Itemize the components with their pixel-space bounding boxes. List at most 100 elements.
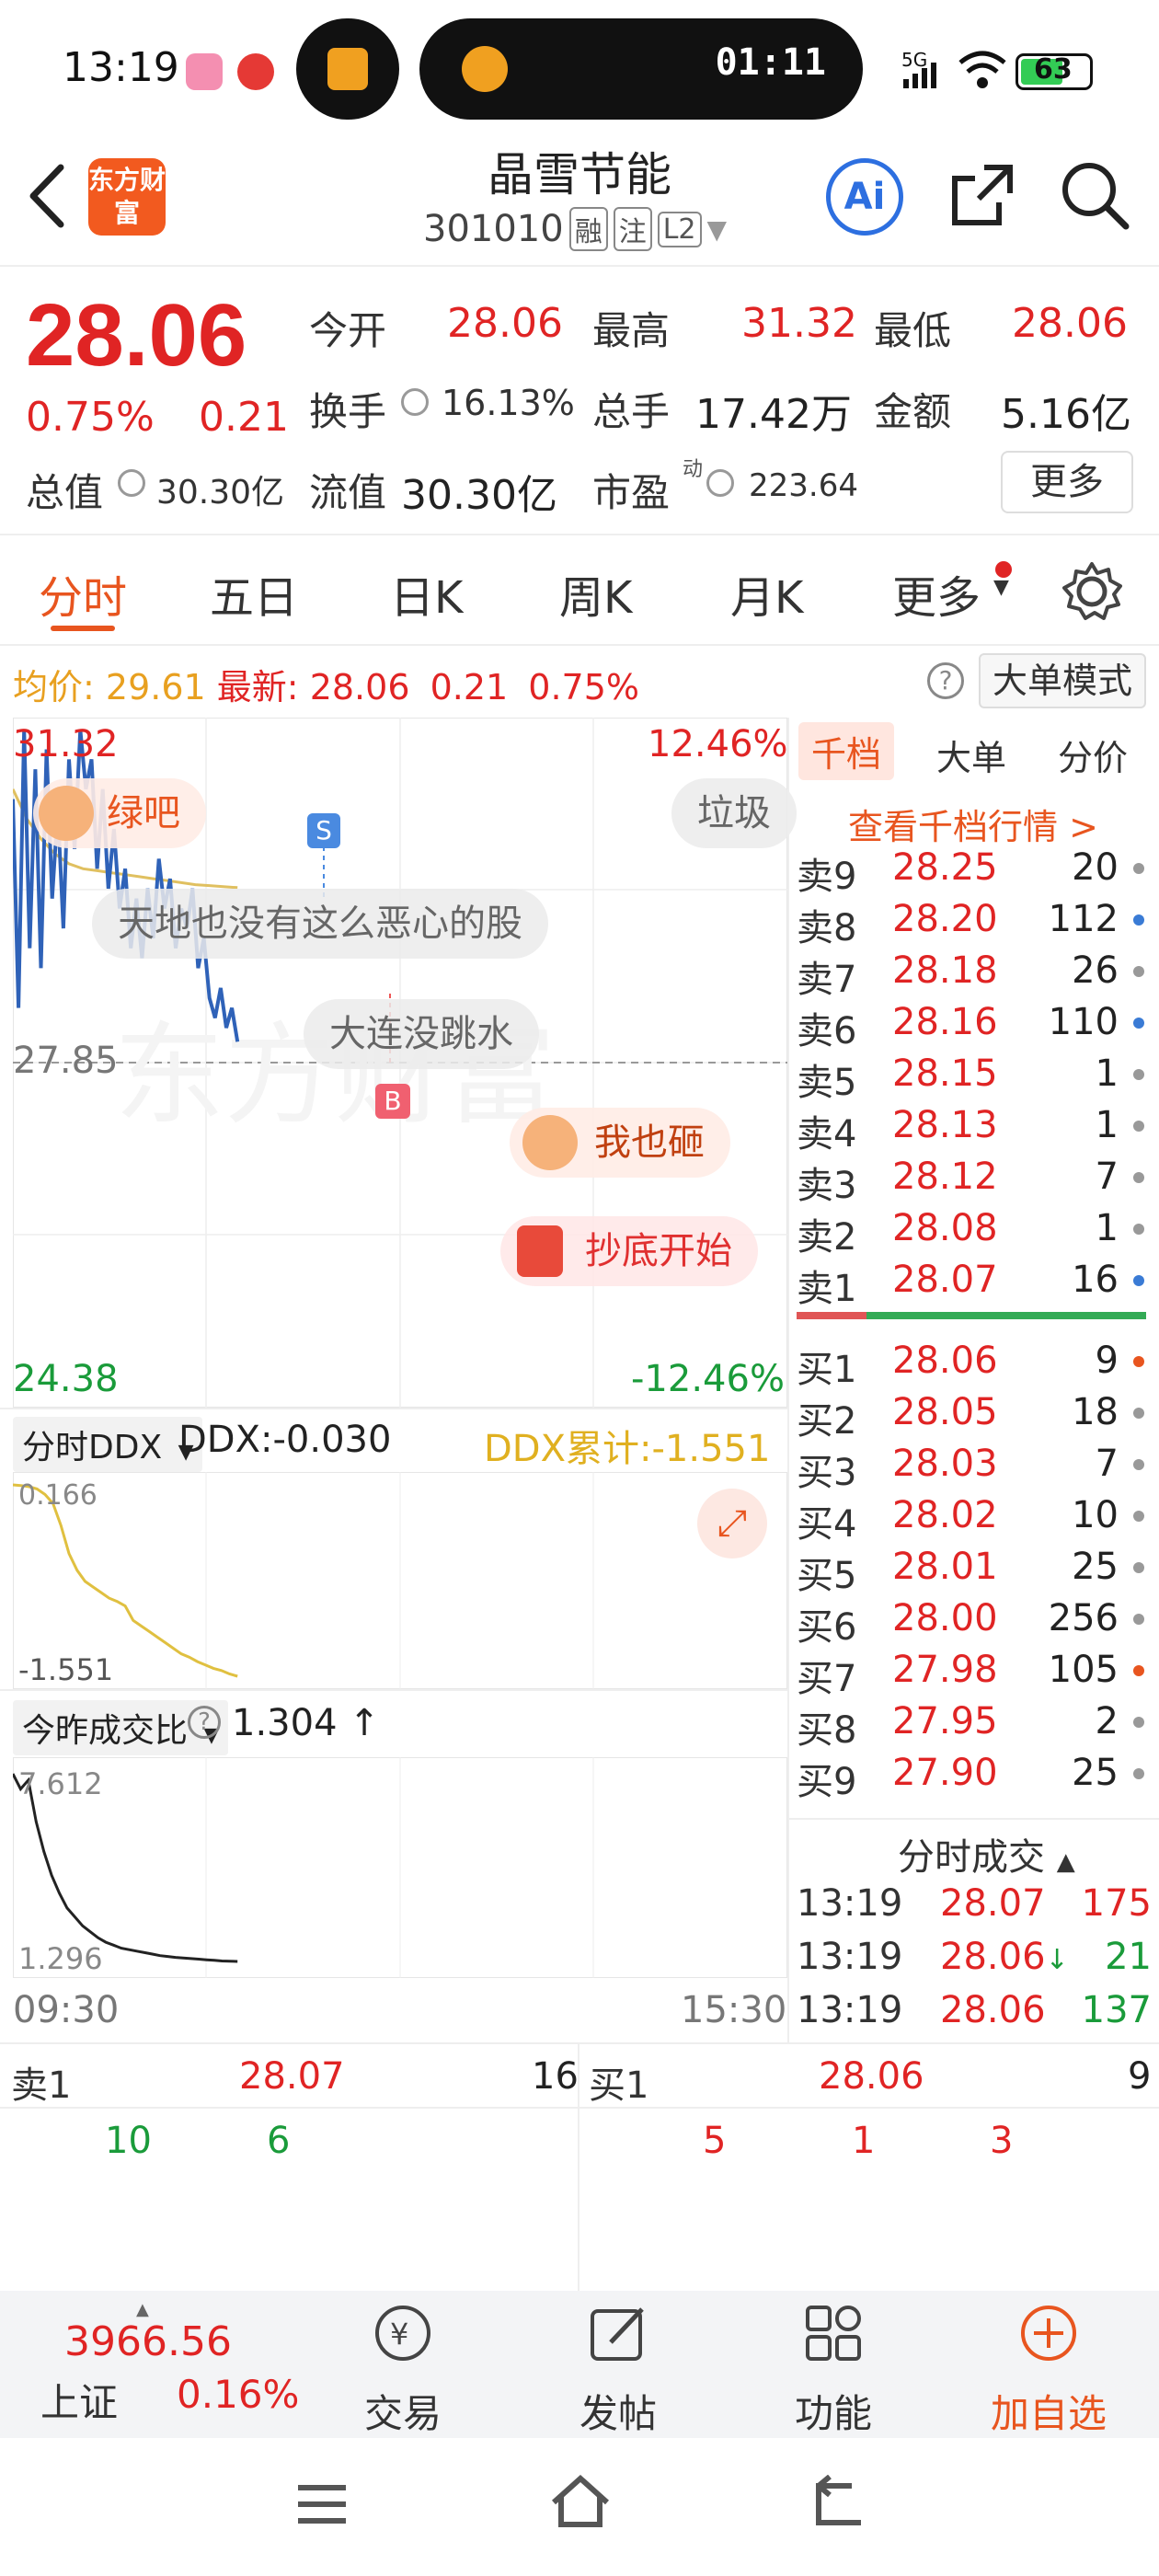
order-dot-icon: [1133, 1665, 1144, 1676]
more-dropdown-icon: ▼: [993, 576, 1009, 599]
back-icon[interactable]: [806, 2475, 868, 2530]
turnover-label: 换手: [309, 389, 387, 434]
nav-add-favorite-label: 加自选: [990, 2391, 1107, 2436]
tab-daily-k[interactable]: 日K: [390, 561, 463, 626]
tab-weekly-k[interactable]: 周K: [559, 561, 632, 626]
trades-title-text: 分时成交: [898, 1836, 1045, 1879]
nav-functions[interactable]: 功能: [787, 2300, 879, 2439]
comment-text: 抄底开始: [585, 1230, 732, 1272]
menu-icon[interactable]: [293, 2478, 351, 2530]
search-icon[interactable]: [1058, 158, 1131, 232]
queue-left-price: 28.07: [239, 2055, 345, 2098]
trades-divider: [789, 1818, 1159, 1820]
divider: [0, 534, 1159, 535]
share-icon[interactable]: [947, 160, 1017, 230]
bid-price: 28.00: [892, 1597, 998, 1639]
bid-price: 28.02: [892, 1494, 998, 1536]
low-label: 最低: [874, 308, 952, 353]
tab-five-day[interactable]: 五日: [210, 561, 298, 626]
buy-marker[interactable]: B: [375, 1084, 410, 1119]
order-dot-icon: [1133, 1356, 1144, 1367]
queue-right-volume: 9: [1128, 2055, 1152, 2098]
trade-volume: 137: [1081, 1989, 1152, 2031]
info-circle-icon[interactable]: [401, 388, 429, 416]
order-dot-icon: [1133, 1121, 1144, 1132]
ask-volume: 26: [1072, 949, 1119, 992]
caret-up-icon: ▲: [136, 2300, 149, 2319]
float-label: 流值: [309, 470, 387, 515]
ask-price: 28.13: [892, 1104, 998, 1146]
queue-item: 5: [703, 2120, 727, 2162]
sell-marker[interactable]: S: [307, 813, 340, 848]
volume-ratio-chart[interactable]: [13, 1757, 787, 1978]
ddx-chart[interactable]: [13, 1472, 787, 1689]
order-dot-icon: [1133, 1069, 1144, 1080]
nav-trade-label: 交易: [363, 2391, 442, 2436]
tab-intraday[interactable]: 分时: [39, 561, 127, 626]
netease-music-icon: [237, 53, 274, 90]
tab-big-order[interactable]: 大单: [936, 730, 1006, 780]
battery-text: 63: [1034, 53, 1073, 86]
status-bar: 13:19 01:11 5G 63: [0, 0, 1159, 138]
timer-pill: 01:11: [419, 18, 863, 120]
trades-title[interactable]: 分时成交 ▲: [898, 1827, 1075, 1880]
chevron-down-icon[interactable]: ▼: [707, 214, 728, 245]
wifi-icon: [958, 51, 1006, 88]
comment-bubble[interactable]: 天地也没有这么恶心的股: [92, 889, 548, 959]
trade-icon: ¥: [375, 2306, 430, 2361]
help-icon[interactable]: ?: [927, 662, 964, 699]
comment-bubble[interactable]: 大连没跳水: [304, 999, 539, 1069]
ddx-value: DDX:-0.030: [178, 1419, 392, 1461]
queue-right-label: 买1: [589, 2064, 649, 2107]
ask-volume: 1: [1095, 1207, 1119, 1249]
help-icon[interactable]: ?: [188, 1706, 221, 1739]
tab-thousand-level[interactable]: 千档: [798, 722, 895, 780]
status-time: 13:19: [63, 44, 179, 91]
comment-bubble[interactable]: 我也砸: [510, 1108, 730, 1178]
big-order-mode-button[interactable]: 大单模式: [979, 653, 1146, 708]
ask-level-label: 卖8: [797, 907, 857, 949]
queue-left-label: 卖1: [11, 2064, 72, 2107]
queue-item: 1: [852, 2120, 876, 2162]
view-thousand-level-link[interactable]: 查看千档行情 >: [848, 799, 1098, 849]
expand-icon[interactable]: ⤢: [697, 1489, 767, 1558]
ddx-cumulative: DDX累计:-1.551: [484, 1428, 771, 1470]
bid-volume: 256: [1048, 1597, 1119, 1639]
tab-price-dist[interactable]: 分价: [1058, 730, 1128, 780]
tab-more[interactable]: 更多: [892, 561, 981, 626]
order-dot-icon: [1133, 1614, 1144, 1625]
trade-price-value: 28.07: [940, 1882, 1046, 1925]
comment-bubble[interactable]: 绿吧: [33, 778, 206, 848]
latest-value: 28.06: [309, 667, 410, 707]
index-ticker[interactable]: ▲ 3966.56 上证 0.16%: [37, 2300, 313, 2429]
nav-add-favorite[interactable]: 加自选: [984, 2300, 1113, 2439]
ddx-selector[interactable]: 分时DDX ▼: [13, 1417, 203, 1472]
comment-bubble[interactable]: 抄底开始: [500, 1216, 758, 1286]
ask-level-label: 卖2: [797, 1216, 857, 1259]
home-icon[interactable]: [546, 2471, 614, 2532]
nav-trade[interactable]: ¥ 交易: [357, 2300, 449, 2439]
index-change: 0.16%: [177, 2372, 300, 2417]
bid-level-label: 买9: [797, 1761, 857, 1803]
bid-price: 28.06: [892, 1340, 998, 1382]
change-percent: 0.75%: [26, 394, 155, 441]
tab-monthly-k[interactable]: 月K: [730, 561, 803, 626]
ask-price: 28.20: [892, 898, 998, 940]
info-circle-icon[interactable]: [118, 469, 145, 497]
ask-level-label: 卖1: [797, 1268, 857, 1310]
ratio-arrow: ↑: [349, 1702, 380, 1744]
comment-bubble[interactable]: 垃圾: [671, 778, 797, 848]
nav-post[interactable]: 发帖: [572, 2300, 664, 2439]
bid-level-label: 买4: [797, 1503, 857, 1546]
level2-tag: L2: [657, 211, 702, 247]
queue-item: 10: [105, 2120, 152, 2162]
bid-price: 27.95: [892, 1700, 998, 1742]
more-button[interactable]: 更多: [1001, 451, 1133, 513]
latest-change: 0.21: [430, 667, 509, 707]
info-circle-icon[interactable]: [706, 469, 734, 497]
settings-gear-icon[interactable]: [1060, 559, 1124, 624]
y-ref-label: 27.85: [13, 1040, 119, 1082]
index-value: 3966.56: [64, 2318, 232, 2365]
ai-icon[interactable]: Ai: [826, 158, 903, 236]
bid-volume: 25: [1072, 1752, 1119, 1794]
